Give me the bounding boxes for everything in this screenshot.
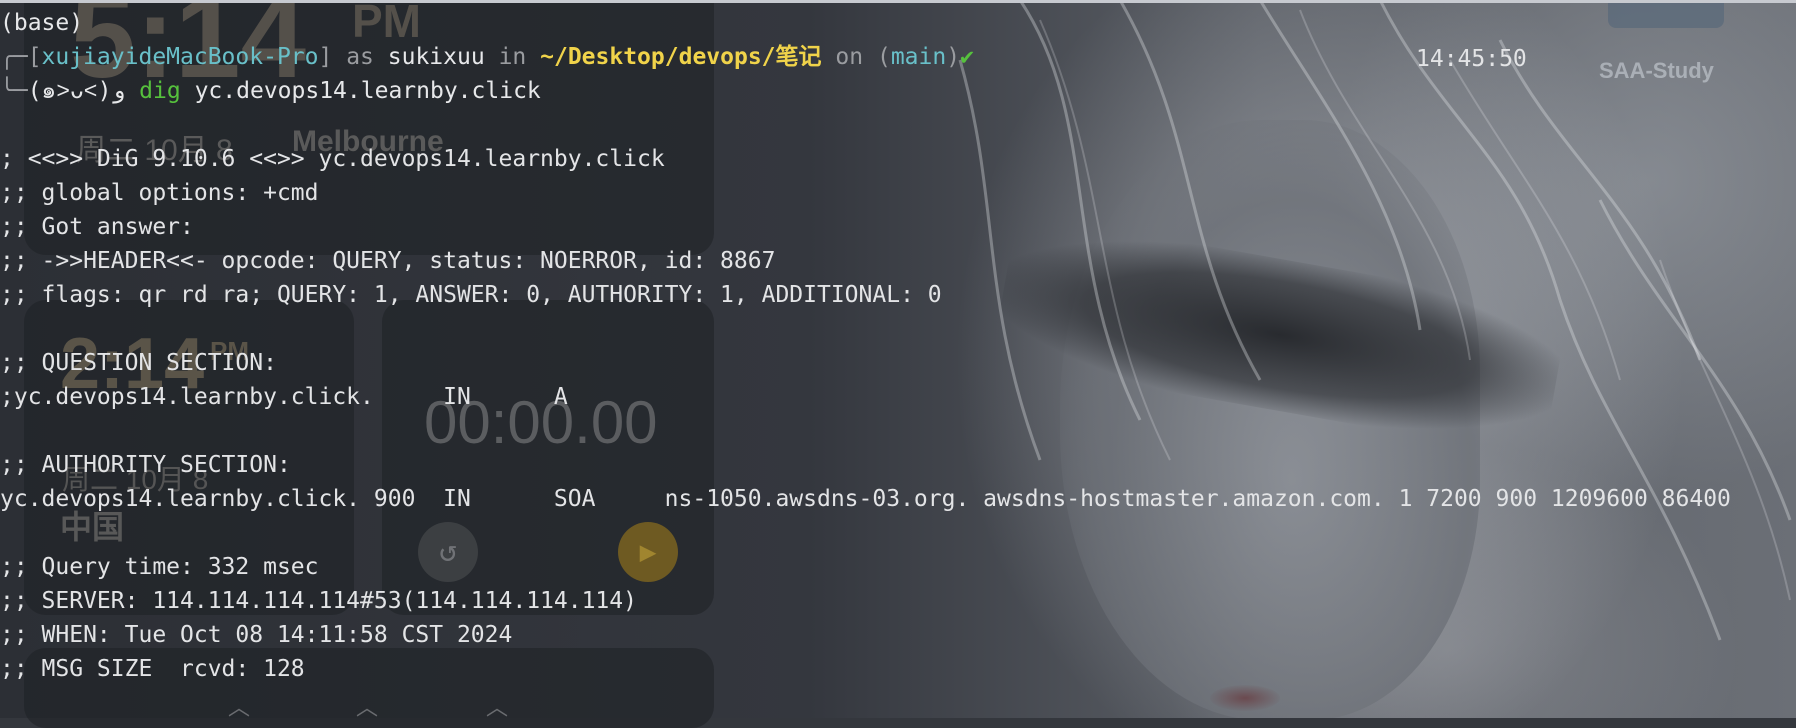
prompt-user: sukixuu — [387, 44, 485, 70]
output-line: ;; Query time: 332 msec — [0, 554, 319, 580]
output-line: ;; flags: qr rd ra; QUERY: 1, ANSWER: 0,… — [0, 282, 942, 308]
output-line: ;; AUTHORITY SECTION: — [0, 452, 291, 478]
prompt-host: xujiayideMacBook-Pro — [41, 44, 319, 70]
output-line: ; <<>> DiG 9.10.6 <<>> yc.devops14.learn… — [0, 146, 665, 172]
terminal-window[interactable]: (base) ╭─[xujiayideMacBook-Pro] as sukix… — [0, 4, 1796, 718]
window-top-edge — [0, 0, 1796, 3]
command-line: ╰─(๑˃ᴗ˂)ﻭ dig yc.devops14.learnby.click — [0, 78, 541, 104]
command-name: dig — [139, 78, 181, 104]
prompt-base-env: (base) — [0, 10, 84, 36]
prompt-path: ~/Desktop/devops/笔记 — [540, 44, 822, 70]
output-line: ;; MSG SIZE rcvd: 128 — [0, 656, 305, 682]
prompt-time: 14:45:50 — [1416, 46, 1527, 72]
check-icon: ✔ — [960, 44, 974, 70]
output-line: ;; SERVER: 114.114.114.114#53(114.114.11… — [0, 588, 637, 614]
prompt-kaomoji: (๑˃ᴗ˂)ﻭ — [27, 78, 126, 104]
output-line: ;; QUESTION SECTION: — [0, 350, 277, 376]
command-argument: yc.devops14.learnby.click — [194, 78, 541, 104]
output-line: ;; ->>HEADER<<- opcode: QUERY, status: N… — [0, 248, 776, 274]
prompt-branch: main — [890, 44, 947, 70]
output-line: ;; global options: +cmd — [0, 180, 319, 206]
prompt-line: ╭─[xujiayideMacBook-Pro] as sukixuu in ~… — [0, 44, 974, 70]
output-line: ;; WHEN: Tue Oct 08 14:11:58 CST 2024 — [0, 622, 513, 648]
output-line: ;; Got answer: — [0, 214, 194, 240]
output-line: ;yc.devops14.learnby.click. IN A — [0, 384, 568, 410]
output-line: yc.devops14.learnby.click. 900 IN SOA ns… — [0, 486, 1731, 512]
